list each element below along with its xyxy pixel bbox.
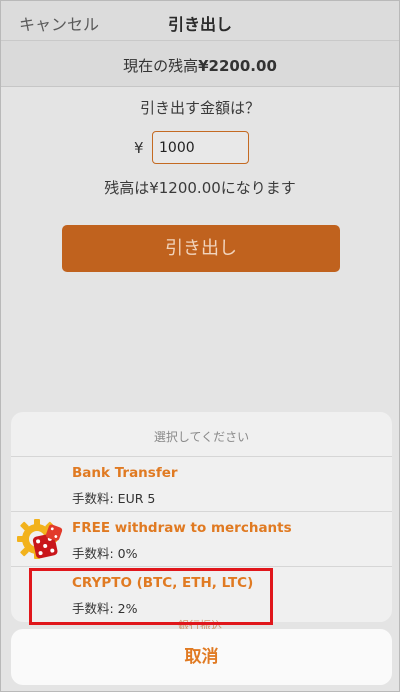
withdraw-button[interactable]: 引き出し (62, 225, 340, 272)
balance-label: 現在の残高 (123, 57, 199, 75)
action-sheet-cancel-button[interactable]: 取消 (11, 629, 392, 685)
amount-question: 引き出す金額は？ (139, 99, 260, 117)
option-fee: 手数料: EUR 5 (72, 491, 156, 506)
balance-amount: ¥2200.00 (198, 57, 277, 75)
app-screen: キャンセル 引き出し 現在の残高¥2200.00 引き出す金額は？ ¥ 残高は¥… (0, 0, 400, 692)
amount-row: ¥ (1, 131, 399, 165)
crypto-highlight-box (29, 568, 273, 625)
remaining-balance-text: 残高は¥1200.00になります (104, 179, 296, 197)
option-fee: 手数料: 0% (72, 546, 138, 561)
option-bank-transfer[interactable]: Bank Transfer 手数料: EUR 5 (11, 457, 392, 512)
casino-dice-gear-icon (17, 519, 63, 559)
page-title: 引き出し (167, 15, 232, 34)
option-free-withdraw-merchants[interactable]: FREE withdraw to merchants 手数料: 0% (11, 512, 392, 567)
option-title: Bank Transfer (72, 465, 178, 481)
option-title: FREE withdraw to merchants (72, 520, 292, 536)
current-balance: 現在の残高¥2200.00 (1, 41, 399, 87)
amount-input[interactable] (152, 131, 249, 164)
action-sheet-header: 選択してください (11, 412, 392, 457)
currency-symbol: ¥ (134, 139, 144, 157)
navigation-bar: キャンセル 引き出し (1, 1, 399, 41)
